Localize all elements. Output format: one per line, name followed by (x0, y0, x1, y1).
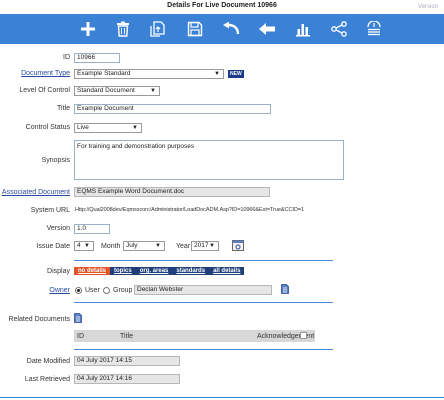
plus-icon (81, 22, 95, 36)
related-documents-label: Related Documents (8, 316, 70, 323)
owner-field: Declan Webster (134, 285, 272, 295)
undo-button[interactable] (219, 18, 243, 40)
reports-button[interactable] (291, 18, 315, 40)
version-link[interactable]: Version (418, 1, 438, 13)
system-url-label: System URL (30, 207, 70, 214)
document-type-link[interactable]: Document Type (21, 70, 70, 77)
month-label: Month (101, 243, 121, 250)
synopsis-label: Synopsis (41, 157, 70, 164)
copy-icon (150, 21, 165, 37)
issue-year-select[interactable]: 2017 ▼ (191, 241, 219, 251)
title-field[interactable]: Example Document (74, 104, 271, 114)
owner-user-label: User (85, 287, 100, 294)
display-tab-standards[interactable]: standards (172, 267, 209, 275)
document-icon[interactable] (74, 313, 82, 323)
share-icon (331, 21, 347, 37)
date-modified-field: 04 July 2017 14:15 (74, 356, 180, 366)
document-icon[interactable] (281, 284, 289, 294)
arrow-left-icon (259, 23, 275, 35)
issue-month-value: July (126, 242, 138, 249)
clone-button[interactable] (146, 18, 170, 40)
date-modified-label: Date Modified (26, 358, 70, 365)
chevron-down-icon: ▼ (155, 243, 161, 249)
history-list-icon (367, 21, 381, 36)
issue-date-label: Issue Date (36, 243, 70, 250)
back-button[interactable] (255, 18, 279, 40)
column-header-id: ID (77, 333, 84, 340)
system-url-value[interactable]: Http://Qual2008dev/Eqmsscorc/Administrat… (75, 207, 304, 213)
chevron-down-icon: ▼ (214, 71, 220, 77)
display-tab-no-details[interactable]: no details (74, 267, 111, 275)
delete-button[interactable] (111, 18, 135, 40)
associated-document-field: EQMS Example Word Document.doc (74, 187, 270, 197)
document-type-select[interactable]: Example Standard ▼ (74, 69, 224, 79)
chevron-down-icon: ▼ (132, 125, 138, 131)
display-tab-all-details[interactable]: all details (209, 267, 244, 275)
related-documents-table-header: ID Title Acknowledgement (74, 330, 315, 342)
synopsis-textarea[interactable]: For training and demonstration purposes (74, 140, 344, 180)
save-button[interactable] (183, 18, 207, 40)
last-retrieved-label: Last Retrieved (24, 376, 70, 383)
year-label: Year (176, 243, 191, 250)
divider (74, 302, 333, 303)
level-of-control-label: Level Of Control (19, 87, 70, 94)
page-title: Details For Live Document 10966 (167, 2, 277, 9)
last-retrieved-field: 04 July 2017 14:16 (74, 374, 180, 384)
owner-group-radio[interactable] (103, 287, 110, 294)
id-field[interactable]: 10966 (74, 53, 120, 63)
level-of-control-select[interactable]: Standard Document ▼ (74, 86, 160, 96)
issue-day-value: 4 (77, 242, 81, 249)
divider (74, 349, 333, 350)
issue-year-value: 2017 (194, 242, 209, 249)
divider (74, 260, 333, 261)
display-tab-topics[interactable]: topics (110, 267, 136, 275)
owner-group-label: Group (113, 287, 133, 294)
acknowledge-all-checkbox[interactable] (300, 332, 307, 339)
document-type-value: Example Standard (77, 70, 131, 77)
undo-icon (223, 22, 240, 35)
control-status-label: Control Status (25, 124, 70, 131)
chevron-down-icon: ▼ (209, 243, 215, 249)
version-label: Version (46, 225, 70, 232)
version-field[interactable]: 1.0 (74, 224, 110, 234)
history-button[interactable] (362, 18, 386, 40)
issue-day-select[interactable]: 4 ▼ (74, 241, 94, 251)
id-label: ID (63, 54, 70, 61)
add-button[interactable] (76, 18, 100, 40)
display-tabs: no details topics org. areas standards a… (74, 267, 245, 275)
associated-document-link[interactable]: Associated Document (2, 189, 70, 196)
trash-icon (117, 21, 129, 37)
control-status-select[interactable]: Live ▼ (74, 123, 142, 133)
bottom-border (0, 397, 444, 398)
owner-link[interactable]: Owner (49, 287, 70, 294)
title-label: Title (57, 105, 70, 112)
save-icon (187, 21, 203, 37)
share-button[interactable] (327, 18, 351, 40)
bar-chart-icon (296, 24, 310, 37)
owner-user-radio[interactable] (75, 287, 82, 294)
window-title-bar: Details For Live Document 10966 Version (0, 0, 444, 14)
new-badge[interactable]: NEW (228, 70, 244, 78)
column-header-title: Title (120, 333, 133, 340)
toolbar (0, 14, 444, 44)
level-of-control-value: Standard Document (77, 87, 135, 94)
chevron-down-icon: ▼ (84, 243, 90, 249)
control-status-value: Live (77, 124, 89, 131)
issue-month-select[interactable]: July ▼ (123, 241, 165, 251)
chevron-down-icon: ▼ (150, 88, 156, 94)
calendar-icon[interactable] (232, 239, 244, 251)
display-tab-org-areas[interactable]: org. areas (136, 267, 173, 275)
display-label: Display (47, 268, 70, 275)
